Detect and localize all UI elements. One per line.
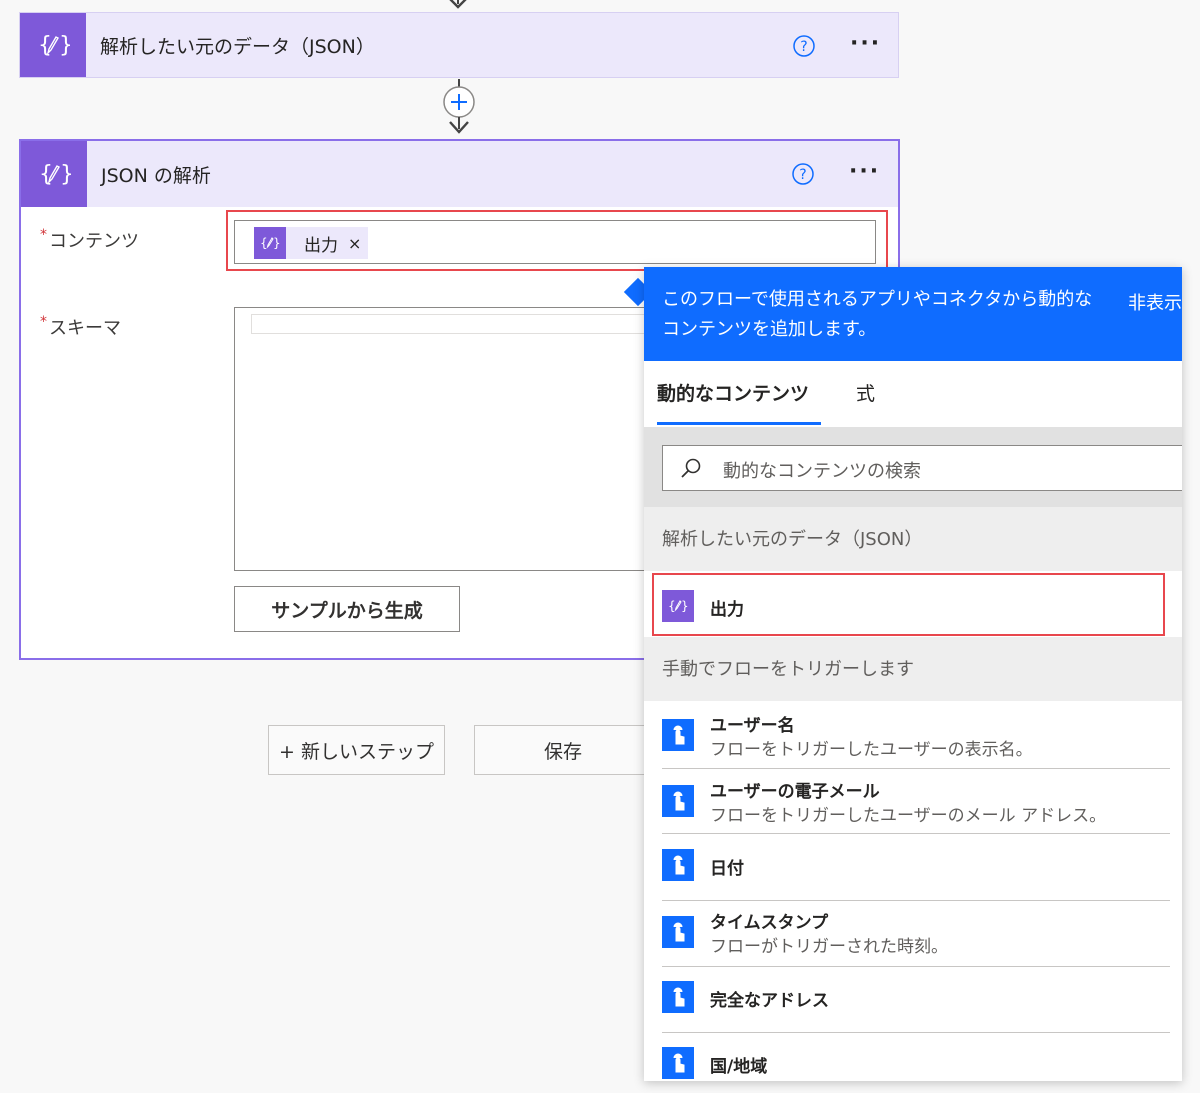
panel-description: このフローで使用されるアプリやコネクタから動的なコンテンツを追加します。 [662,289,1093,340]
svg-text:{: { [39,162,53,187]
active-tab-indicator [657,422,821,425]
schema-field-label: * スキーマ [40,314,121,339]
list-item-user-name[interactable]: ユーザー名 フローをトリガーしたユーザーの表示名。 [662,715,1170,771]
section-header-manual-trigger: 手動でフローをトリガーします [644,637,1182,701]
connector-arrow-icon [449,0,467,9]
help-icon[interactable]: ? [792,163,814,185]
content-field-label: * コンテンツ [40,227,139,252]
data-operation-icon: { } [20,13,86,77]
svg-text:{: { [38,33,52,58]
list-divider [662,900,1170,901]
list-divider [662,833,1170,834]
highlight-box [226,210,888,271]
tab-dynamic-content[interactable]: 動的なコンテンツ [657,379,809,406]
save-button[interactable]: 保存 [474,725,652,775]
schema-line [251,314,671,334]
search-input[interactable]: 動的なコンテンツの検索 [662,445,1182,491]
touch-trigger-icon [662,916,694,948]
search-area: 動的なコンテンツの検索 [644,427,1182,507]
section-header-source-data: 解析したい元のデータ（JSON） [644,507,1182,571]
step-title[interactable]: 解析したい元のデータ（JSON） [100,13,375,77]
highlight-box [652,573,1165,636]
more-options-button[interactable]: ··· [850,33,881,55]
step-card-source-data[interactable]: { } 解析したい元のデータ（JSON） ? ··· [19,12,899,78]
data-operation-icon: { } [21,141,87,207]
list-item-user-email[interactable]: ユーザーの電子メール フローをトリガーしたユーザーのメール アドレス。 [662,781,1170,837]
list-item-date[interactable]: 日付 [662,849,1170,889]
list-item-timestamp[interactable]: タイムスタンプ フローがトリガーされた時刻。 [662,912,1170,968]
touch-trigger-icon [662,1047,694,1079]
item-description: フローをトリガーしたユーザーの表示名。 [710,740,1033,760]
item-description: フローをトリガーしたユーザーのメール アドレス。 [710,806,1107,826]
svg-text:}: } [60,162,71,187]
item-description: フローがトリガーされた時刻。 [710,937,948,957]
list-divider [662,768,1170,769]
step-title[interactable]: JSON の解析 [101,141,211,207]
panel-header: このフローで使用されるアプリやコネクタから動的なコンテンツを追加します。 非表示 [644,267,1182,361]
help-icon[interactable]: ? [793,35,815,57]
list-item-full-address[interactable]: 完全なアドレス [662,981,1170,1021]
required-mark: * [40,227,47,243]
generate-from-sample-button[interactable]: サンプルから生成 [234,586,460,632]
item-title: ユーザーの電子メール [710,782,880,802]
item-title: 完全なアドレス [710,991,829,1011]
touch-trigger-icon [662,785,694,817]
step-header[interactable]: { } JSON の解析 ? ··· [21,141,898,207]
svg-text:?: ? [800,39,807,55]
item-title: 国/地域 [710,1057,768,1077]
touch-trigger-icon [662,981,694,1013]
hide-panel-button[interactable]: 非表示 [1128,289,1182,315]
touch-trigger-icon [662,849,694,881]
item-title: タイムスタンプ [710,913,829,933]
svg-text:}: } [59,33,70,58]
item-title: 日付 [710,859,744,879]
touch-trigger-icon [662,719,694,751]
search-icon [681,458,701,478]
list-divider [662,1032,1170,1033]
tab-expression[interactable]: 式 [856,379,875,406]
more-options-button[interactable]: ··· [849,161,880,183]
new-step-button[interactable]: + 新しいステップ [268,725,445,775]
insert-step-connector[interactable] [441,79,477,139]
dynamic-content-panel[interactable]: このフローで使用されるアプリやコネクタから動的なコンテンツを追加します。 非表示… [644,267,1182,1081]
list-divider [662,966,1170,967]
search-placeholder: 動的なコンテンツの検索 [723,461,921,482]
item-title: ユーザー名 [710,716,795,736]
required-mark: * [40,314,47,330]
list-item-country-region[interactable]: 国/地域 [662,1047,1170,1081]
schema-textarea[interactable] [234,307,674,571]
svg-text:?: ? [799,167,806,183]
